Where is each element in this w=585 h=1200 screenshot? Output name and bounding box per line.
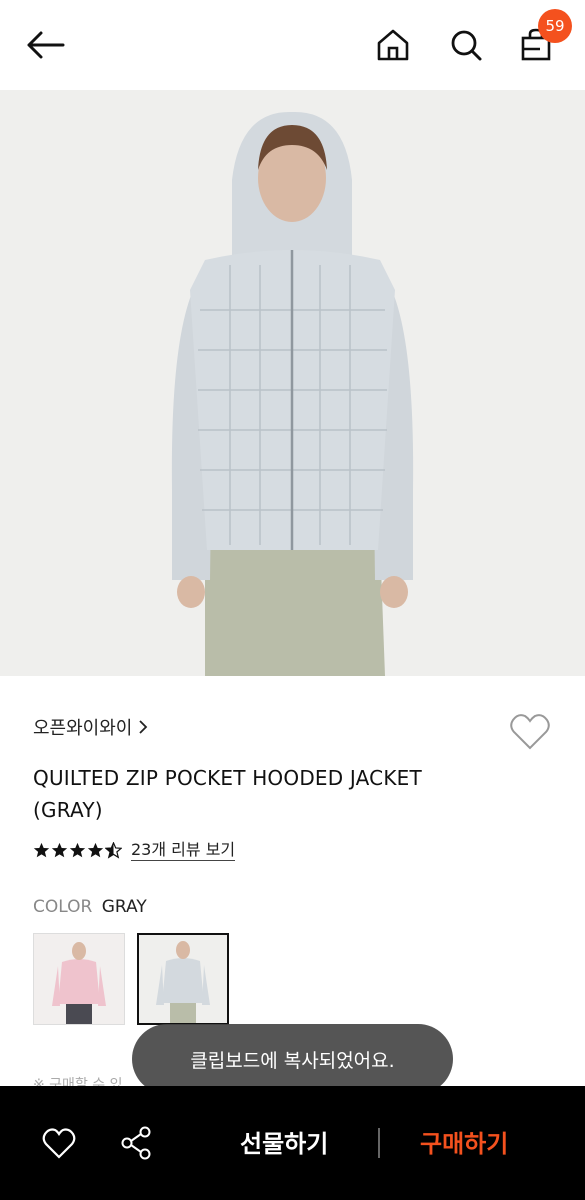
heart-icon [42,1128,76,1159]
star-icon [33,842,50,858]
color-swatch-gray-selected[interactable] [137,933,229,1025]
share-icon [121,1126,151,1160]
product-title-line2: (GRAY) [33,798,103,822]
bottom-bar-divider [378,1128,380,1158]
cart-count-badge: 59 [538,9,572,43]
product-photo-illustration [0,90,585,676]
star-icon [51,842,68,858]
product-image[interactable] [0,90,585,676]
product-title-line1: QUILTED ZIP POCKET HOODED JACKET [33,766,422,790]
bottom-wishlist-button[interactable] [39,1123,79,1163]
buy-button[interactable]: 구매하기 [420,1124,508,1159]
star-icon [87,842,104,858]
rating-row: 23개 리뷰 보기 [33,840,236,861]
gray-jacket-thumbnail [139,935,227,1023]
wishlist-button[interactable] [508,710,552,754]
top-app-bar: 59 [0,0,585,90]
share-button[interactable] [116,1123,156,1163]
color-label: COLOR [33,897,93,917]
color-selector-label: COLOR GRAY [33,897,147,917]
chevron-right-icon [139,720,148,734]
star-rating [33,842,122,859]
product-title: QUILTED ZIP POCKET HOODED JACKET (GRAY) [33,762,533,826]
back-arrow-icon [27,31,65,59]
search-button[interactable] [443,22,489,68]
search-icon [451,30,482,61]
brand-name: 오픈와이와이 [33,718,133,739]
color-value: GRAY [101,897,147,917]
clipboard-toast: 클립보드에 복사되었어요. [132,1024,453,1094]
star-icon [69,842,86,858]
review-link[interactable]: 23개 리뷰 보기 [131,840,236,861]
home-icon [377,29,409,61]
star-half-icon [105,842,122,859]
pink-jacket-thumbnail [34,934,124,1024]
brand-link[interactable]: 오픈와이와이 [33,714,148,740]
home-button[interactable] [370,22,416,68]
color-swatch-pink[interactable] [33,933,125,1025]
back-button[interactable] [22,22,68,68]
gift-button[interactable]: 선물하기 [240,1124,328,1159]
heart-icon [510,714,550,750]
